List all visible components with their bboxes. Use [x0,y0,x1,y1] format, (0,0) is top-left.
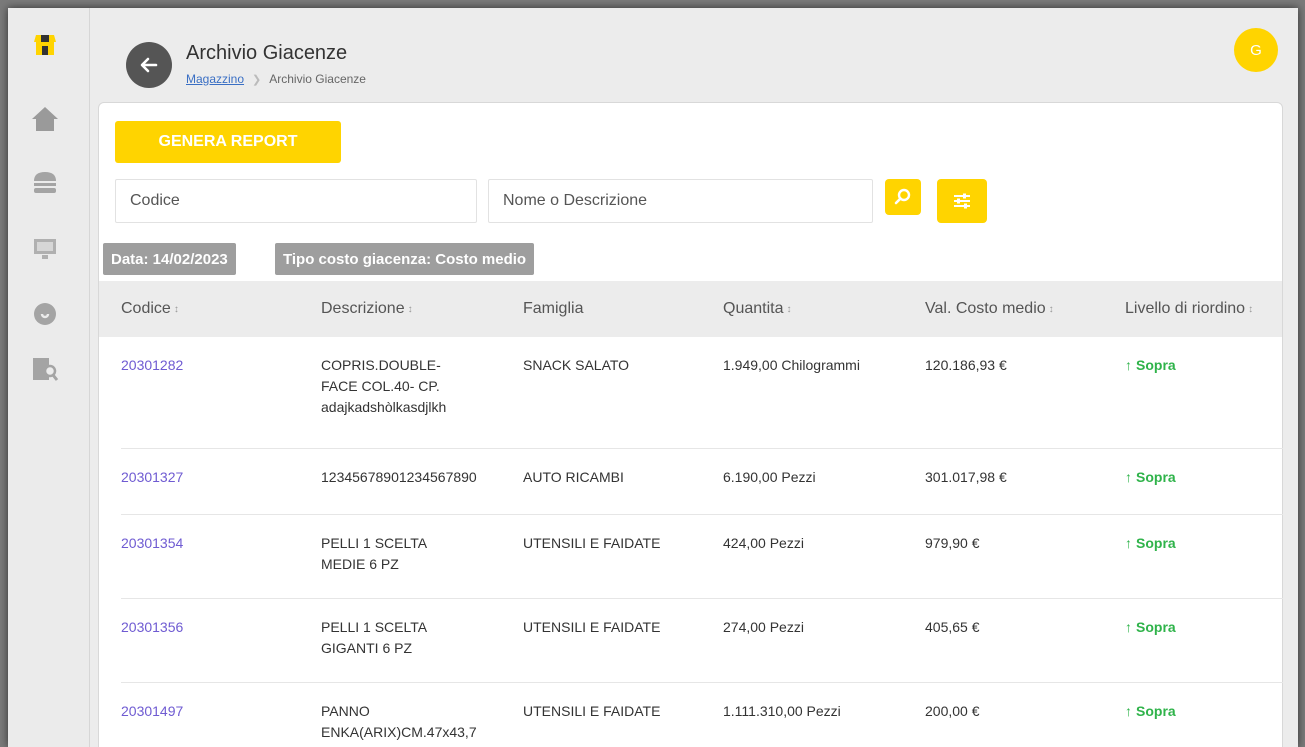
chevron-right-icon: ❯ [252,73,262,86]
generate-report-button[interactable]: GENERA REPORT [115,121,341,163]
sidebar [8,8,90,747]
cell-codice[interactable]: 20301354 [121,533,183,554]
column-header-codice[interactable]: Codice ↕ [121,281,179,337]
column-header-famiglia: Famiglia [523,300,584,317]
burger-icon[interactable] [30,168,60,198]
filters-button[interactable] [937,179,987,223]
table-row[interactable]: 20301497 PANNO ENKA(ARIX)CM.47x43,7 UTENSI… [121,683,1283,747]
main-panel: GENERA REPORT Codice Nome o Descrizione … [98,102,1283,747]
cell-codice[interactable]: 20301356 [121,617,183,638]
cell-valore: 200,00 € [925,703,980,719]
cell-livello: ↑ Sopra [1125,533,1176,554]
table-row[interactable]: 20301282 COPRIS.DOUBLE- FACE COL.40- CP. … [121,337,1283,449]
breadcrumb-current: Archivio Giacenze [269,72,366,86]
cell-valore: 979,90 € [925,535,980,551]
table-row[interactable]: 20301356 PELLI 1 SCELTA GIGANTI 6 PZ UTENS… [121,599,1283,683]
cloud-icon[interactable] [30,298,60,328]
cost-type-chip: Tipo costo giacenza: Costo medio [275,243,535,275]
page-title: Archivio Giacenze [186,42,348,64]
app-window: Archivio Giacenze Magazzino ❯ Archivio G… [8,8,1298,747]
page-header: Archivio Giacenze Magazzino ❯ Archivio G… [90,8,1298,102]
cell-descrizione: COPRIS.DOUBLE- FACE COL.40- CP. adajkads… [321,357,447,415]
sort-icon: ↕ [1048,303,1054,315]
column-header-quantita[interactable]: Quantita ↕ [723,281,791,337]
cell-codice[interactable]: 20301497 [121,701,183,722]
livello-label: Sopra [1136,619,1176,635]
cell-famiglia: SNACK SALATO [523,357,630,373]
codice-input[interactable]: Codice [115,179,477,223]
cell-famiglia: UTENSILI E FAIDATE [523,535,661,551]
cell-quantita: 6.190,00 Pezzi [723,469,816,485]
cell-famiglia: UTENSILI E FAIDATE [523,619,661,635]
livello-label: Sopra [1136,535,1176,551]
arrow-up-icon: ↑ [1125,703,1132,719]
column-header-valore[interactable]: Val. Costo medio ↕ [925,281,1054,337]
home-icon[interactable] [30,104,60,134]
search-button[interactable] [885,179,921,215]
cell-livello: ↑ Sopra [1125,617,1176,638]
arrow-up-icon: ↑ [1125,535,1132,551]
search-icon [894,188,911,205]
arrow-up-icon: ↑ [1125,357,1132,373]
sliders-icon [954,193,970,209]
table-row[interactable]: 20301354 PELLI 1 SCELTA MEDIE 6 PZ UTENSIL… [121,515,1283,599]
sort-icon: ↕ [407,303,413,315]
table-row[interactable]: 20301327 12345678901234567890 AUTO RICAMBI… [121,449,1283,515]
cell-quantita: 1.949,00 Chilogrammi [723,357,860,373]
back-button[interactable] [126,42,172,88]
livello-label: Sopra [1136,703,1176,719]
cell-descrizione: PANNO ENKA(ARIX)CM.47x43,7 [321,703,477,740]
cell-descrizione: 12345678901234567890 [321,469,477,485]
cell-descrizione: PELLI 1 SCELTA MEDIE 6 PZ [321,535,428,572]
breadcrumb: Magazzino ❯ Archivio Giacenze [186,72,366,86]
register-icon[interactable] [30,234,60,264]
cell-livello: ↑ Sopra [1125,355,1176,376]
table-header: Codice ↕ Descrizione ↕ Famiglia Quantita ↕ … [99,281,1282,337]
cell-livello: ↑ Sopra [1125,701,1176,722]
cell-livello: ↑ Sopra [1125,467,1176,488]
cell-famiglia: UTENSILI E FAIDATE [523,703,661,719]
cell-quantita: 1.111.310,00 Pezzi [723,703,841,719]
cell-valore: 301.017,98 € [925,469,1007,485]
shop-icon[interactable] [30,30,60,60]
cell-descrizione: PELLI 1 SCELTA GIGANTI 6 PZ [321,619,428,656]
column-header-livello[interactable]: Livello di riordino ↕ [1125,281,1253,337]
nome-descrizione-input[interactable]: Nome o Descrizione [488,179,873,223]
arrow-up-icon: ↑ [1125,469,1132,485]
cell-codice[interactable]: 20301282 [121,355,183,376]
cell-codice[interactable]: 20301327 [121,467,183,488]
cell-quantita: 424,00 Pezzi [723,535,804,551]
inventory-icon[interactable] [30,354,60,384]
arrow-left-icon [140,57,158,73]
cell-quantita: 274,00 Pezzi [723,619,804,635]
avatar[interactable]: G [1234,28,1278,72]
cell-valore: 120.186,93 € [925,357,1007,373]
cell-famiglia: AUTO RICAMBI [523,469,624,485]
sort-icon: ↕ [173,303,179,315]
breadcrumb-link-magazzino[interactable]: Magazzino [186,72,244,86]
sort-icon: ↕ [786,303,792,315]
arrow-up-icon: ↑ [1125,619,1132,635]
livello-label: Sopra [1136,357,1176,373]
cell-valore: 405,65 € [925,619,980,635]
sort-icon: ↕ [1248,303,1254,315]
column-header-descrizione[interactable]: Descrizione ↕ [321,281,413,337]
date-chip: Data: 14/02/2023 [103,243,236,275]
livello-label: Sopra [1136,469,1176,485]
